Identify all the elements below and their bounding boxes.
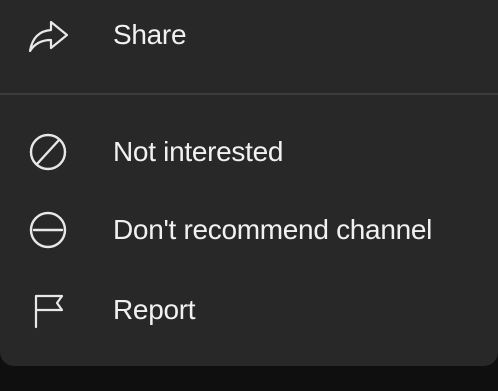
- report-label: Report: [113, 294, 196, 325]
- context-menu: Share Not interested Don't recommend cha…: [0, 0, 498, 366]
- flag-icon: [26, 288, 70, 332]
- dont-recommend-channel-label: Don't recommend channel: [113, 214, 433, 245]
- menu-item-share[interactable]: Share: [0, 2, 498, 68]
- menu-item-not-interested[interactable]: Not interested: [0, 119, 498, 185]
- dont-recommend-icon: [26, 208, 70, 252]
- not-interested-icon: [26, 130, 70, 174]
- share-label: Share: [113, 19, 187, 50]
- not-interested-label: Not interested: [113, 136, 284, 167]
- menu-item-dont-recommend-channel[interactable]: Don't recommend channel: [0, 197, 498, 263]
- share-arrow-icon: [26, 13, 70, 57]
- menu-divider: [0, 93, 498, 95]
- menu-item-report[interactable]: Report: [0, 277, 498, 343]
